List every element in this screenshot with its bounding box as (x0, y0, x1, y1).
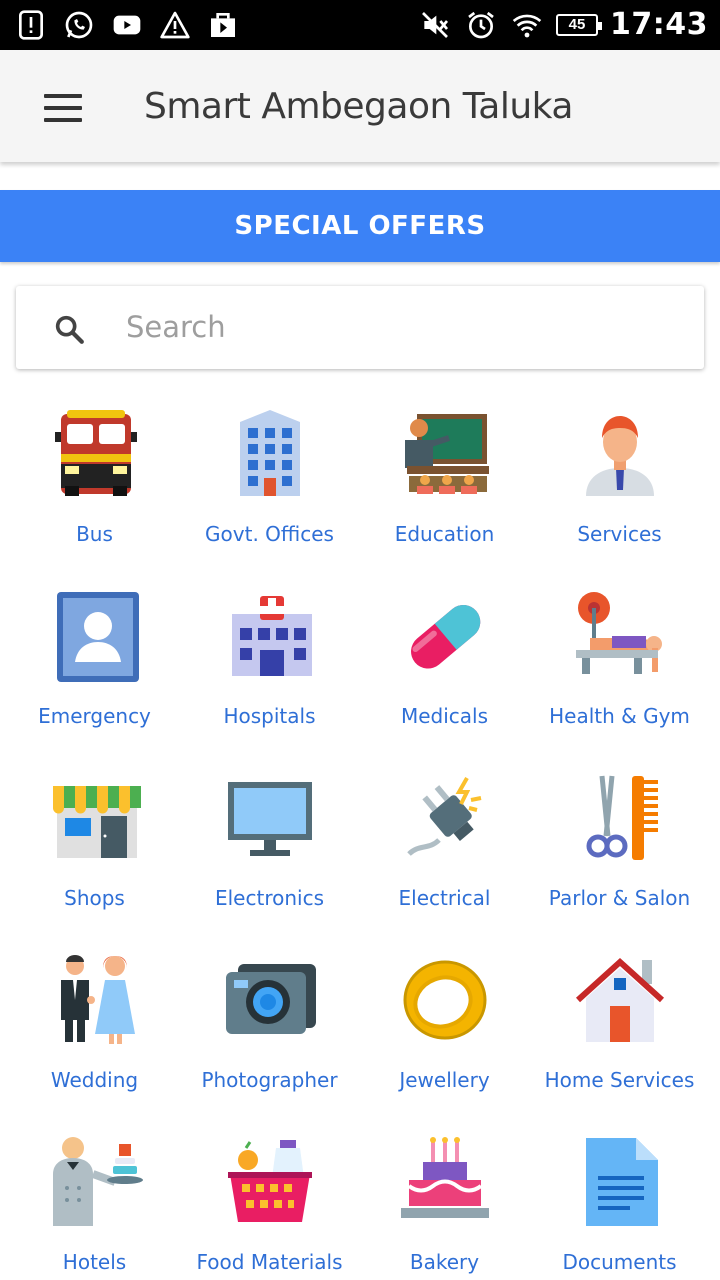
hospital-icon (222, 588, 318, 684)
category-label: Wedding (50, 1068, 139, 1092)
contact-book-icon (47, 588, 143, 684)
camera-icon (222, 952, 318, 1048)
waiter-icon (47, 1134, 143, 1230)
category-label: Services (577, 522, 662, 546)
status-bar-system: 45 17:43 (418, 7, 708, 42)
category-hospitals[interactable]: Hospitals (182, 582, 357, 764)
shop-icon (47, 770, 143, 866)
category-documents[interactable]: Documents (532, 1128, 707, 1280)
category-health-gym[interactable]: Health & Gym (532, 582, 707, 764)
category-label: Bus (76, 522, 113, 546)
status-bar-notifications (14, 8, 240, 42)
category-bakery[interactable]: Bakery (357, 1128, 532, 1280)
category-label: Parlor & Salon (548, 886, 691, 910)
category-label: Health & Gym (549, 704, 690, 728)
category-education[interactable]: Education (357, 400, 532, 582)
category-grid: Bus Govt. Offices Education Services Eme… (7, 400, 707, 1280)
category-label: Education (394, 522, 495, 546)
status-bar: 45 17:43 (0, 0, 720, 50)
category-jewellery[interactable]: Jewellery (357, 946, 532, 1128)
category-label: Electrical (398, 886, 491, 910)
warning-icon (158, 8, 192, 42)
document-icon (572, 1134, 668, 1230)
search-icon[interactable] (52, 312, 86, 346)
category-label: Shops (64, 886, 125, 910)
wifi-icon (510, 8, 544, 42)
app-title: Smart Ambegaon Taluka (144, 86, 573, 127)
monitor-icon (222, 770, 318, 866)
bus-icon (47, 406, 143, 502)
play-store-icon (206, 8, 240, 42)
category-medicals[interactable]: Medicals (357, 582, 532, 764)
category-label: Documents (562, 1250, 677, 1274)
search-bar (16, 286, 704, 369)
category-electrical[interactable]: Electrical (357, 764, 532, 946)
birthday-cake-icon (397, 1134, 493, 1230)
category-label: Emergency (38, 704, 151, 728)
service-person-icon (572, 406, 668, 502)
category-services[interactable]: Services (532, 400, 707, 582)
ring-icon (397, 952, 493, 1048)
category-photographer[interactable]: Photographer (182, 946, 357, 1128)
alert-icon (14, 8, 48, 42)
category-emergency[interactable]: Emergency (7, 582, 182, 764)
category-home-services[interactable]: Home Services (532, 946, 707, 1128)
category-label: Photographer (201, 1068, 338, 1092)
category-hotels[interactable]: Hotels (7, 1128, 182, 1280)
category-parlor-salon[interactable]: Parlor & Salon (532, 764, 707, 946)
category-label: Food Materials (196, 1250, 343, 1274)
battery-indicator: 45 (556, 13, 602, 36)
category-bus[interactable]: Bus (7, 400, 182, 582)
category-label: Jewellery (399, 1068, 490, 1092)
house-icon (572, 952, 668, 1048)
category-electronics[interactable]: Electronics (182, 764, 357, 946)
category-label: Bakery (409, 1250, 480, 1274)
youtube-icon (110, 8, 144, 42)
bench-press-icon (572, 588, 668, 684)
category-wedding[interactable]: Wedding (7, 946, 182, 1128)
mute-icon (418, 8, 452, 42)
wedding-couple-icon (47, 952, 143, 1048)
app-bar: Smart Ambegaon Taluka (0, 50, 720, 162)
pill-capsule-icon (397, 588, 493, 684)
search-input[interactable] (126, 304, 666, 350)
hamburger-menu-icon[interactable] (44, 94, 82, 122)
category-govt-offices[interactable]: Govt. Offices (182, 400, 357, 582)
category-label: Medicals (400, 704, 489, 728)
category-food-materials[interactable]: Food Materials (182, 1128, 357, 1280)
classroom-icon (397, 406, 493, 502)
alarm-icon (464, 8, 498, 42)
grocery-basket-icon (222, 1134, 318, 1230)
scissors-comb-icon (572, 770, 668, 866)
category-shops[interactable]: Shops (7, 764, 182, 946)
category-label: Hospitals (223, 704, 316, 728)
category-label: Hotels (62, 1250, 127, 1274)
electric-plug-icon (397, 770, 493, 866)
category-label: Home Services (544, 1068, 695, 1092)
special-offers-button[interactable]: SPECIAL OFFERS (0, 190, 720, 262)
office-building-icon (222, 406, 318, 502)
category-label: Electronics (214, 886, 324, 910)
whatsapp-icon (62, 8, 96, 42)
category-label: Govt. Offices (205, 522, 334, 546)
status-clock: 17:43 (610, 7, 708, 42)
